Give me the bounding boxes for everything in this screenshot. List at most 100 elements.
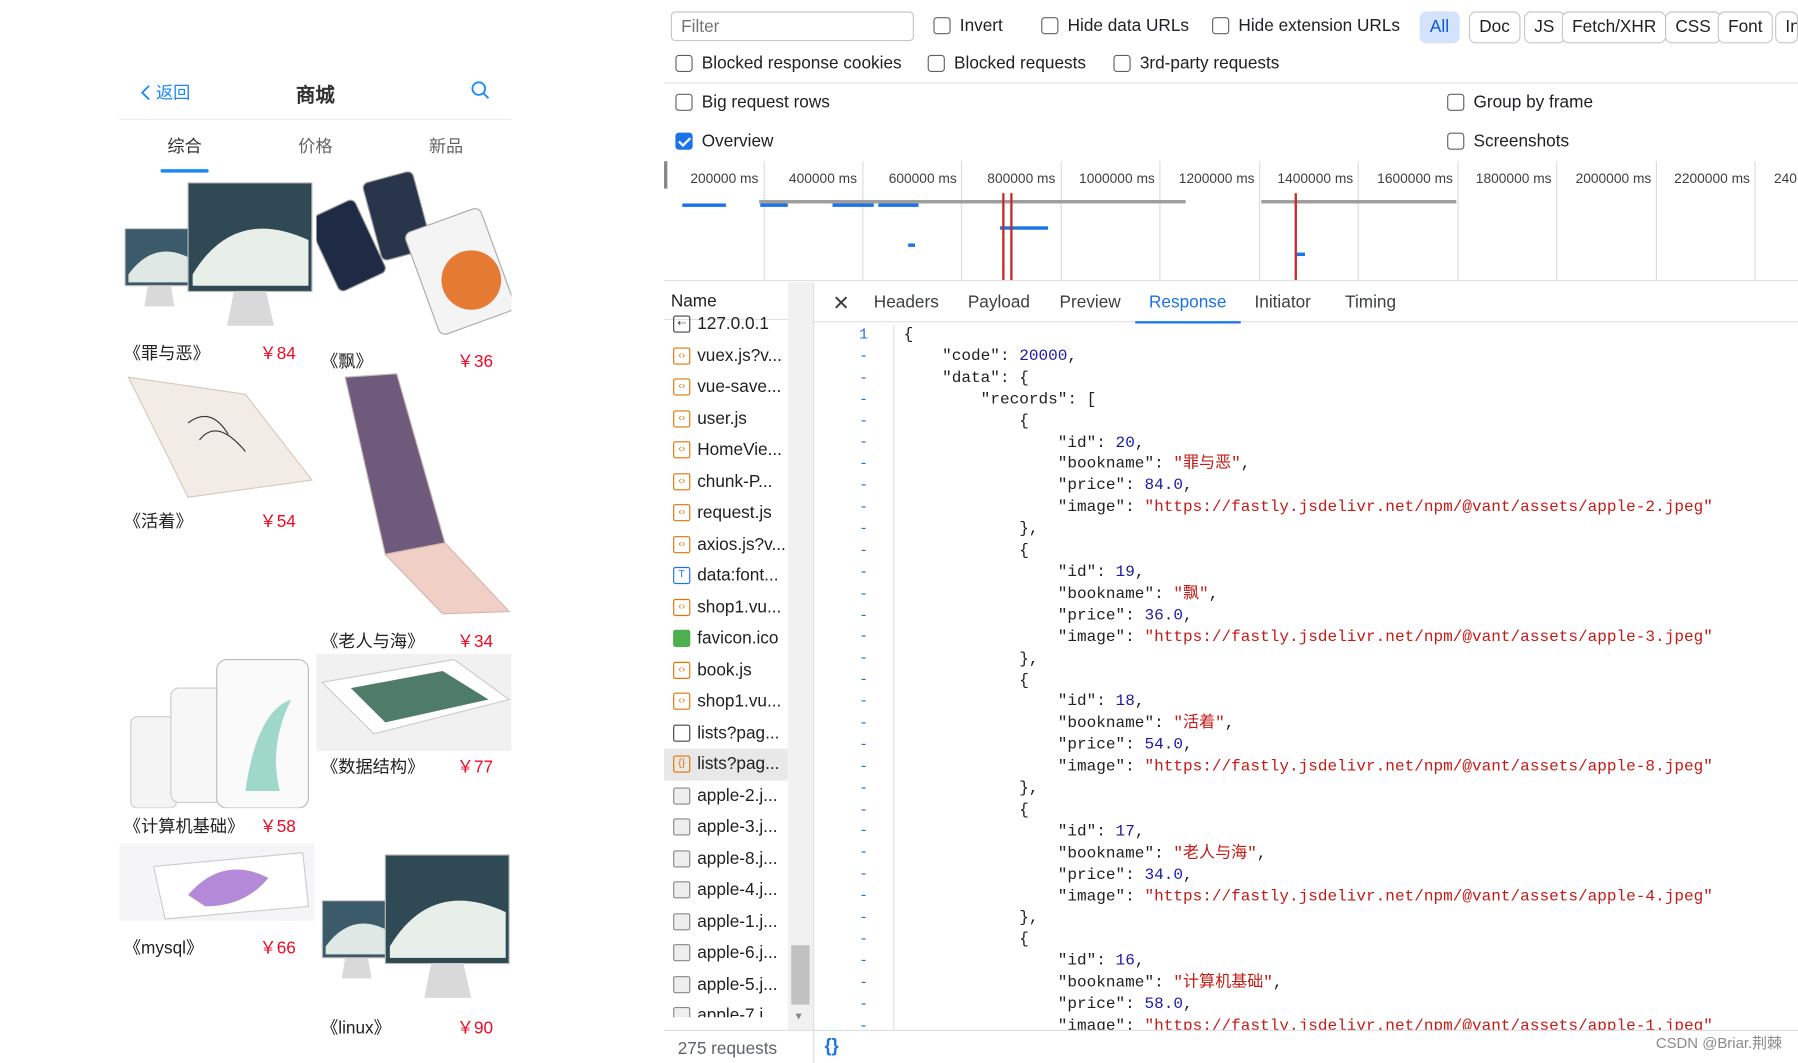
request-row[interactable]: ‹› vue-save... [664,371,788,402]
request-row[interactable]: apple-2.j... [664,780,788,811]
tab-response[interactable]: Response [1135,293,1240,324]
request-row[interactable]: apple-4.j... [664,874,788,905]
scroll-thumb[interactable] [791,945,810,1005]
request-row[interactable]: apple-8.j... [664,843,788,874]
request-list-scrollbar[interactable]: ▼ [787,282,814,1030]
img-file-icon [673,912,691,931]
product-card[interactable]: 《mysql》 ￥66 [119,843,315,958]
line-number: - [859,390,869,408]
line-number: - [859,455,869,473]
request-row[interactable]: ‹› shop1.vu... [664,686,788,717]
request-row[interactable]: apple-3.j... [664,812,788,843]
request-name: apple-4.j... [697,880,778,900]
big-rows-checkbox[interactable]: Big request rows [675,93,830,112]
js-file-icon: ‹› [673,472,691,491]
blocked-cookies-checkbox[interactable]: Blocked response cookies [675,54,902,73]
invert-checkbox[interactable]: Invert [933,16,1003,35]
request-row[interactable]: lists?pag... [664,717,788,748]
img-file-icon [673,944,691,962]
request-row[interactable]: ⇠ 127.0.0.1 [664,309,788,340]
tab-price[interactable]: 价格 [250,122,381,172]
tab-initiator[interactable]: Initiator [1254,293,1310,312]
request-row[interactable]: ‹› request.js [664,497,788,528]
request-name: vuex.js?v... [697,346,782,366]
overview-checkbox[interactable]: Overview [675,131,773,151]
request-row[interactable]: {} lists?pag... [663,748,788,781]
type-filter-js[interactable]: JS [1523,11,1565,44]
request-row[interactable]: Tdata:font... [664,560,788,591]
blocked-requests-checkbox[interactable]: Blocked requests [927,54,1086,73]
request-row[interactable]: apple-6.j... [664,937,788,968]
request-row[interactable]: ‹› shop1.vu... [664,592,788,623]
type-filter-fetch[interactable]: Fetch/XHR [1561,11,1667,44]
watermark: CSDN @Briar.荆棘 [1655,1034,1782,1052]
product-card[interactable]: 《linux》 ￥90 [316,844,511,1050]
close-icon[interactable]: ✕ [833,291,850,315]
line-number: - [859,1016,869,1030]
product-card[interactable]: 《飘》 ￥36 [316,171,512,377]
js-file-icon: ‹› [673,692,691,711]
img-file-icon [673,1007,691,1018]
response-body[interactable]: 1--------------------------------- { "co… [814,324,1798,1030]
line-number: - [859,995,869,1013]
request-name: apple-2.j... [697,786,778,806]
type-filter-css[interactable]: CSS [1665,11,1722,44]
filter-input[interactable] [670,11,914,42]
js-file-icon: ‹› [673,598,691,616]
tick-label: 2200000 ms [1674,170,1750,187]
tab-preview[interactable]: Preview [1060,293,1121,312]
scroll-down-icon[interactable]: ▼ [794,1010,804,1021]
line-number: - [859,412,869,430]
type-filter-font[interactable]: Font [1717,11,1773,44]
request-name: request.js [697,503,772,523]
tab-new[interactable]: 新品 [381,122,512,172]
group-by-frame-checkbox[interactable]: Group by frame [1447,93,1593,112]
line-number: - [859,822,869,840]
line-number: - [859,951,869,970]
tab-payload[interactable]: Payload [968,293,1030,312]
screenshots-checkbox[interactable]: Screenshots [1447,131,1569,151]
request-name: vue-save... [697,377,782,397]
hide-data-urls-checkbox[interactable]: Hide data URLs [1041,16,1189,35]
product-card[interactable]: 《数据结构》 ￥77 [316,653,512,791]
type-filter-doc[interactable]: Doc [1468,11,1521,44]
pretty-print-icon[interactable]: {} [824,1037,838,1058]
request-row[interactable]: ‹› user.js [664,403,788,434]
request-row[interactable]: ‹› book.js [664,654,788,685]
product-image [127,376,313,498]
devtools-network-panel: Invert Hide data URLs Hide extension URL… [663,0,1798,1063]
type-filter-more[interactable]: In [1775,11,1798,44]
overview-timeline[interactable]: 200000 ms 400000 ms 600000 ms 800000 ms … [663,161,1798,282]
request-row[interactable]: apple-1.j... [664,906,788,937]
request-row[interactable]: favicon.ico [664,623,788,654]
request-row[interactable]: ‹› vuex.js?v... [664,340,788,371]
js-file-icon: ‹› [673,410,691,428]
line-number: - [859,649,869,667]
product-image [321,854,510,998]
request-row[interactable]: ‹› HomeVie... [664,434,788,465]
product-card[interactable]: 《罪与恶》 ￥84 [119,171,314,377]
search-icon[interactable] [470,80,491,101]
hide-extension-urls-checkbox[interactable]: Hide extension URLs [1212,16,1400,35]
tick-label: 1600000 ms [1377,170,1453,187]
tick-label: 240 [1773,170,1797,187]
tab-headers[interactable]: Headers [874,293,939,312]
json-file-icon: {} [673,755,691,773]
img-file-icon [673,787,691,805]
tab-timing[interactable]: Timing [1345,293,1396,312]
product-card[interactable]: 《老人与海》 ￥34 [316,371,511,657]
product-card[interactable]: 《活着》 ￥54 [119,371,314,542]
product-card[interactable]: 《计算机基础》 ￥58 [119,654,314,848]
product-price: ￥34 [456,632,494,652]
img-file-icon [673,818,691,836]
third-party-checkbox[interactable]: 3rd-party requests [1113,54,1279,73]
tab-overall[interactable]: 综合 [119,122,250,173]
line-number: - [859,779,869,797]
type-filter-all[interactable]: All [1419,11,1460,44]
request-row[interactable]: apple-7.j... [664,1000,788,1018]
product-name: 《活着》 [123,512,193,532]
request-row[interactable]: ‹› axios.js?v... [664,529,788,560]
request-row[interactable]: ‹› chunk-P... [664,466,788,497]
tick-label: 2000000 ms [1575,170,1652,187]
request-row[interactable]: apple-5.j... [664,969,788,1000]
